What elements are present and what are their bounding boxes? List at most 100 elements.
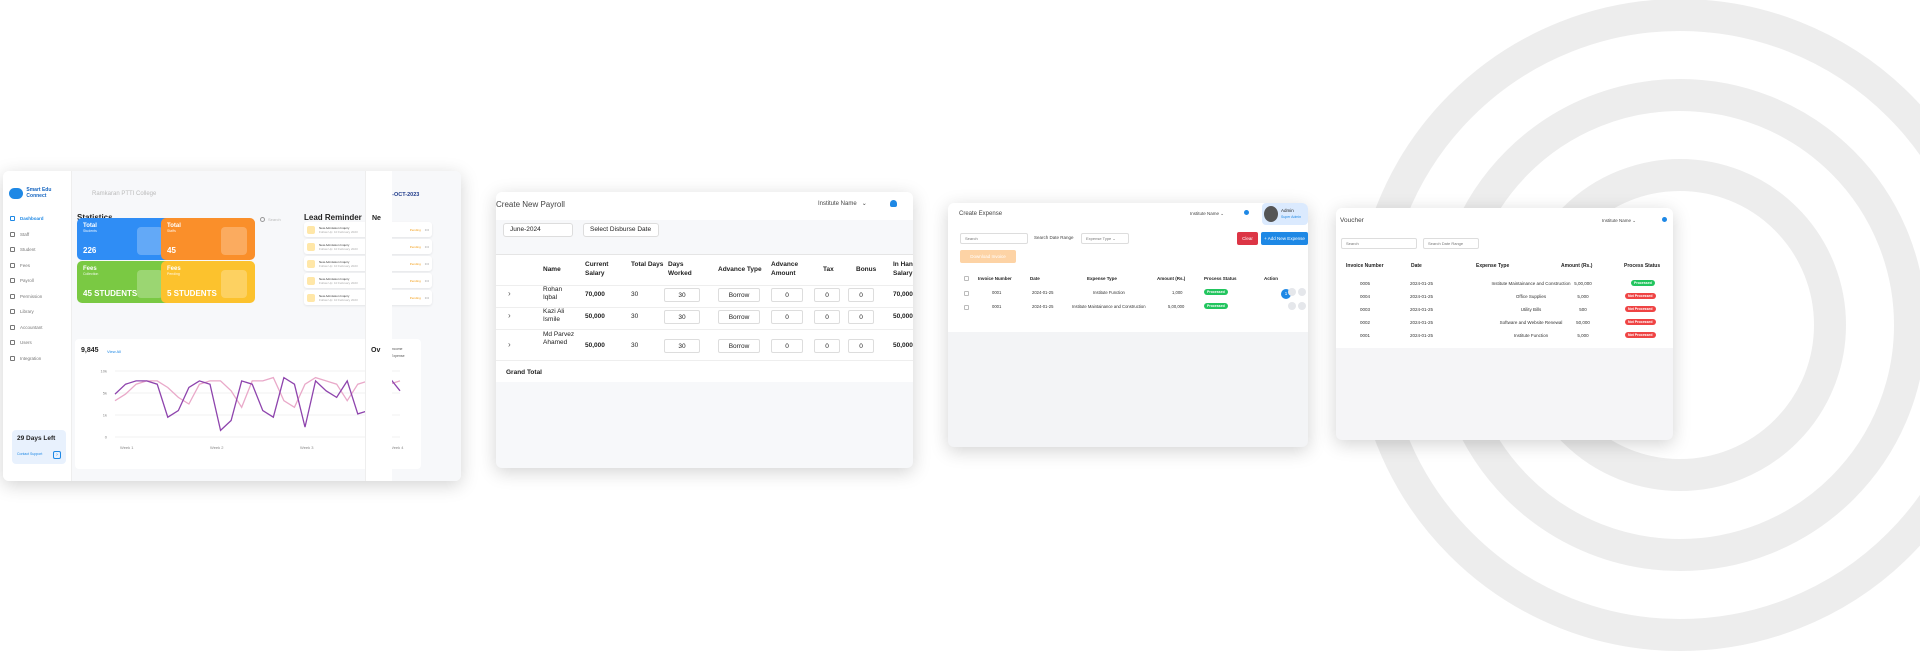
illustration-icon [221,227,247,255]
search-input[interactable]: Search [1341,238,1417,249]
institute-label: Institute Name [818,200,857,207]
expense-type-select[interactable]: Expense Type ⌄ [1081,233,1129,244]
payroll-header-cell: Tax [823,266,834,273]
sidebar-item-permission[interactable]: Permission [7,289,69,305]
voucher-amount: 5,00,000 [1574,281,1592,286]
download-invoice-button[interactable]: Download Invoice [960,250,1016,263]
sidebar-item-library[interactable]: Library [7,304,69,320]
sidebar-item-student[interactable]: Student [7,242,69,258]
edit-icon[interactable] [1298,288,1306,296]
lead-status: Pending [409,227,421,232]
sidebar-item-label: Library [20,309,34,315]
institute-dropdown[interactable]: Institute Name ⌄ [818,200,867,208]
month-input[interactable]: June-2024 [503,223,573,237]
sidebar-item-payroll[interactable]: Payroll [7,273,69,289]
expense-panel: Create Expense Institute Name ⌄ Admin Su… [948,203,1308,332]
institute-dropdown[interactable]: Institute Name ⌄ [1190,211,1224,217]
sidebar-item-staff[interactable]: Staff [7,227,69,243]
sidebar-nav: Dashboard Staff Student Fees Payroll Permissi… [7,211,69,366]
payroll-header-cell: In Hand Salary [893,261,913,277]
expense-date: 2024-01-25 [1032,304,1054,309]
search-input[interactable]: Search [960,233,1028,244]
in-hand-salary: 50,000 [893,342,913,349]
bell-icon[interactable] [890,200,897,207]
expand-chevron-icon[interactable]: › [508,289,511,298]
sidebar-item-fees[interactable]: Fees [7,258,69,274]
stat-card-1[interactable]: Total Staffs 45 [161,218,255,260]
total-days: 30 [631,291,639,298]
sidebar-item-label: Dashboard [20,216,44,222]
advance-amount-input[interactable]: 0 [771,288,803,302]
voucher-header-cell: Amount (Rs.) [1561,263,1593,269]
tax-input[interactable]: 0 [814,310,840,324]
bell-icon[interactable] [1244,210,1249,215]
select-all-checkbox[interactable] [964,276,969,281]
expense-amount: 1,000 [1172,290,1183,295]
bonus-input[interactable]: 0 [848,288,874,302]
invoice-number: 0004 [1360,294,1371,299]
advance-type-select[interactable]: Borrow [718,339,760,353]
nav-accountant-icon [10,324,15,330]
expense-header-cell: Expense Type [1087,276,1117,281]
stats-search[interactable]: Search [260,217,281,222]
voucher-amount: 5,000 [1577,294,1589,299]
institute-label: Institute Name [1190,211,1220,216]
voucher-date: 2024-01-25 [1410,333,1434,338]
admin-role: Super Admin [1281,215,1302,219]
stat-card-2[interactable]: Fees Collection 45 STUDENTS [77,261,171,303]
view-icon[interactable] [1288,302,1296,310]
sidebar-item-users[interactable]: Users [7,335,69,351]
more-icon[interactable]: ••• [425,295,429,300]
stat-card-3[interactable]: Fees Pending 5 STUDENTS [161,261,255,303]
days-worked-input[interactable]: 30 [664,288,700,302]
stat-value: 45 [167,246,176,255]
date-range-filter[interactable]: Search Date Range [1423,238,1479,249]
status-badge: Not Processed [1625,332,1656,338]
date-range-filter[interactable]: Search Date Range [1034,235,1074,240]
expense-title: Create Expense [959,211,1003,217]
expense-amount: 5,00,000 [1168,304,1185,309]
voucher-date: 2024-01-25 [1410,307,1434,312]
advance-amount-input[interactable]: 0 [771,310,803,324]
tax-input[interactable]: 0 [814,339,840,353]
y-tick-label: 5k [103,391,107,396]
series-line-expense [114,376,401,409]
y-tick-label: 0 [105,435,108,440]
stat-card-0[interactable]: Total Students 226 [77,218,171,260]
voucher-panel: Voucher Institute Name ⌄ Search Search D… [1336,208,1673,348]
employee-name: Md Parvez Ahamed [543,331,575,346]
more-icon[interactable]: ••• [425,244,429,249]
advance-type-select[interactable]: Borrow [718,310,760,324]
disburse-date-input[interactable]: Select Disburse Date [583,223,659,237]
more-icon[interactable]: ••• [425,261,429,266]
sidebar-item-accountant[interactable]: Accountant [7,320,69,336]
edit-icon[interactable] [1298,302,1306,310]
nav-dashboard-icon [10,216,15,222]
bonus-input[interactable]: 0 [848,310,874,324]
sidebar-item-integration[interactable]: Integration [7,351,69,367]
more-icon[interactable]: ••• [425,278,429,283]
add-expense-button[interactable]: + Add New Expense [1261,232,1308,245]
expand-chevron-icon[interactable]: › [508,340,511,349]
nav-student-icon [10,247,15,253]
bell-icon[interactable] [1662,217,1667,222]
row-checkbox[interactable] [964,305,969,310]
days-worked-input[interactable]: 30 [664,310,700,324]
expand-chevron-icon[interactable]: › [508,311,511,320]
clear-button[interactable]: Clear [1237,232,1258,245]
sidebar-item-dashboard[interactable]: Dashboard [7,211,69,227]
arrow-icon[interactable]: › [53,451,61,459]
days-worked-input[interactable]: 30 [664,339,700,353]
view-icon[interactable] [1288,288,1296,296]
row-checkbox[interactable] [964,291,969,296]
admin-profile[interactable]: Admin Super Admin [1262,203,1308,225]
institute-dropdown[interactable]: Institute Name ⌄ [1602,218,1636,224]
bonus-input[interactable]: 0 [848,339,874,353]
tax-input[interactable]: 0 [814,288,840,302]
sidebar-item-label: Fees [20,262,31,268]
advance-type-select[interactable]: Borrow [718,288,760,302]
lead-status: Pending [409,244,421,249]
sidebar-item-label: Student [20,247,36,253]
advance-amount-input[interactable]: 0 [771,339,803,353]
more-icon[interactable]: ••• [425,227,429,232]
